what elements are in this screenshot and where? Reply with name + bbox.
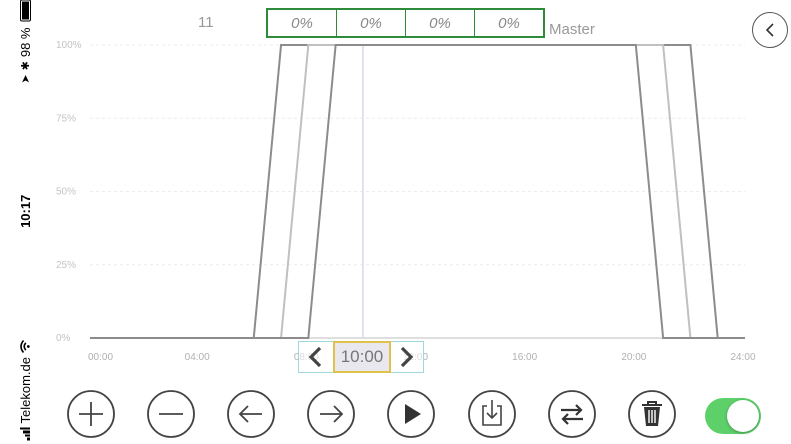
chevron-left-icon [765, 23, 774, 37]
next-point-button[interactable] [306, 389, 356, 439]
y-tick-label: 100% [56, 40, 82, 51]
master-label: Master [549, 21, 595, 38]
x-tick-label: 24:00 [730, 352, 755, 363]
import-button[interactable] [467, 389, 517, 439]
arrow-left-icon [227, 390, 275, 438]
minus-icon [147, 390, 195, 438]
x-tick-label: 20:00 [621, 352, 646, 363]
enable-toggle[interactable] [705, 398, 761, 434]
x-tick-label: 04:00 [185, 352, 210, 363]
channel-number: 11 [198, 14, 214, 31]
plus-icon [67, 390, 115, 438]
toggle-knob [727, 400, 759, 432]
swap-icon [548, 390, 596, 438]
y-tick-label: 75% [56, 113, 76, 124]
download-icon [468, 390, 516, 438]
y-tick-label: 25% [56, 260, 76, 271]
swap-button[interactable] [547, 389, 597, 439]
play-button[interactable] [386, 389, 436, 439]
back-button[interactable] [752, 12, 788, 48]
y-tick-label: 50% [56, 187, 76, 198]
x-tick-label: 00:00 [88, 352, 113, 363]
add-point-button[interactable] [66, 389, 116, 439]
remove-point-button[interactable] [146, 389, 196, 439]
delete-button[interactable] [627, 389, 677, 439]
arrow-right-icon [307, 390, 355, 438]
time-value[interactable]: 10:00 [333, 341, 391, 373]
x-tick-label: 16:00 [512, 352, 537, 363]
channel-percent-group[interactable]: 0% 0% 0% 0% [266, 8, 545, 38]
trash-icon [628, 390, 676, 438]
play-icon [387, 390, 435, 438]
percent-cell[interactable]: 0% [337, 10, 406, 36]
percent-cell[interactable]: 0% [406, 10, 475, 36]
percent-cell[interactable]: 0% [268, 10, 337, 36]
time-next-button[interactable] [396, 345, 416, 369]
y-tick-label: 0% [56, 333, 71, 344]
previous-point-button[interactable] [226, 389, 276, 439]
percent-cell[interactable]: 0% [475, 10, 543, 36]
light-curve-chart[interactable]: 0%25%50%75%100% 00:0004:0008:0012:0016:0… [0, 0, 791, 441]
time-previous-button[interactable] [306, 345, 326, 369]
